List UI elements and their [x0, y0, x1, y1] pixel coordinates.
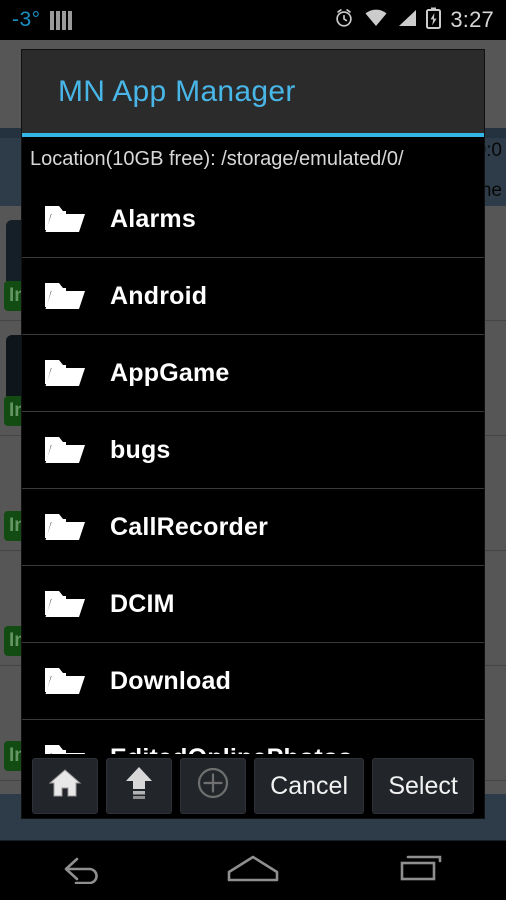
folder-name: Android [110, 281, 208, 310]
folder-name: Download [110, 666, 232, 695]
wifi-icon [364, 8, 388, 33]
status-bar-right: 3:27 [333, 7, 494, 34]
cellular-signal-icon [397, 8, 417, 33]
back-arrow-icon[interactable] [58, 852, 110, 889]
home-icon [48, 768, 82, 805]
cancel-button[interactable]: Cancel [254, 758, 365, 814]
list-item[interactable]: AppGame [22, 335, 484, 412]
folder-name: AppGame [110, 358, 230, 387]
folder-icon [44, 511, 86, 543]
battery-charging-icon [426, 7, 442, 34]
parent-directory-button[interactable] [106, 758, 172, 814]
dialog-header: MN App Manager [22, 50, 484, 133]
list-item[interactable]: Download [22, 643, 484, 720]
recent-apps-icon[interactable] [396, 852, 448, 889]
list-item[interactable]: CallRecorder [22, 489, 484, 566]
location-path-label: Location(10GB free): /storage/emulated/0… [22, 137, 484, 181]
list-item[interactable]: bugs [22, 412, 484, 489]
list-item[interactable]: Alarms [22, 181, 484, 258]
folder-name: CallRecorder [110, 512, 269, 541]
folder-picker-dialog: MN App Manager Location(10GB free): /sto… [22, 50, 484, 818]
status-bar-left: -3° [12, 8, 72, 32]
list-item[interactable]: EditedOnlinePhotos [22, 720, 484, 758]
dialog-button-bar: Cancel Select [22, 754, 484, 818]
new-folder-button[interactable] [180, 758, 246, 814]
folder-icon [44, 434, 86, 466]
home-button[interactable] [32, 758, 98, 814]
select-button[interactable]: Select [372, 758, 474, 814]
folder-icon [44, 357, 86, 389]
plus-circle-icon [196, 766, 230, 807]
status-bar: -3° 3:27 [0, 0, 506, 40]
folder-list[interactable]: Alarms Android AppGame bugs CallRecorder… [22, 181, 484, 758]
alarm-clock-icon [333, 7, 355, 34]
clock-time: 3:27 [450, 7, 494, 32]
phone-screen: 0:0 ne In In In In In -3° 3:27 MN App Ma… [0, 0, 506, 900]
list-item[interactable]: DCIM [22, 566, 484, 643]
bars-icon [49, 10, 72, 30]
folder-name: bugs [110, 435, 171, 464]
list-item[interactable]: Android [22, 258, 484, 335]
home-pentagon-icon[interactable] [225, 852, 281, 889]
arrow-up-icon [124, 766, 154, 807]
folder-name: Alarms [110, 204, 196, 233]
background-subheader-right-text: ne [480, 180, 502, 201]
folder-icon [44, 588, 86, 620]
dialog-title: MN App Manager [58, 74, 296, 108]
folder-icon [44, 665, 86, 697]
android-navigation-bar [0, 840, 506, 900]
folder-name: DCIM [110, 589, 175, 618]
folder-icon [44, 280, 86, 312]
temperature-indicator: -3° [12, 8, 41, 31]
folder-icon [44, 203, 86, 235]
